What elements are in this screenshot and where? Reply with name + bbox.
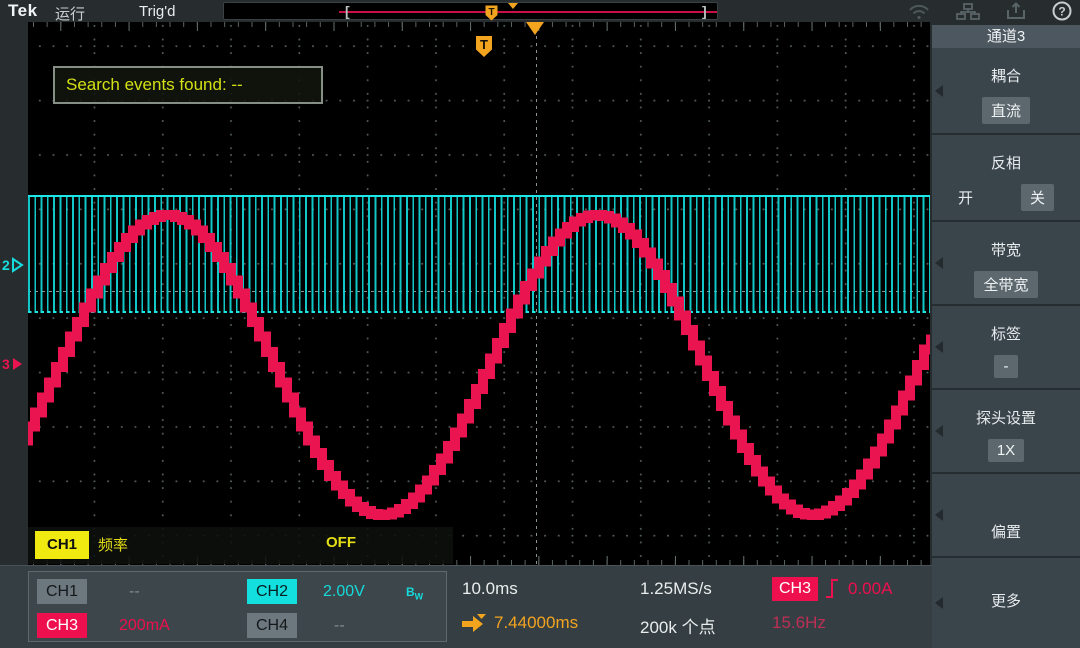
coupling-value-button[interactable]: 直流 <box>982 97 1030 124</box>
ch2-bandwidth-limit-indicator: BW <box>406 585 423 601</box>
top-bar-icons: ? <box>908 0 1072 22</box>
side-menu-channel3: 通道3 耦合 直流 反相 开 关 带宽 全带宽 标签 - 探头设置 1X <box>932 25 1080 648</box>
chevron-left-icon <box>935 341 943 353</box>
ch4-scale: -- <box>334 617 345 635</box>
ch3-marker-arrow-icon <box>11 356 24 372</box>
horizontal-position-arrow-icon <box>460 612 488 632</box>
chevron-left-icon <box>935 509 943 521</box>
help-icon[interactable]: ? <box>1052 1 1072 21</box>
horizontal-position-readout[interactable]: 7.44000ms <box>494 613 578 633</box>
ch2-marker-arrow-icon <box>11 257 24 273</box>
lan-icon[interactable] <box>956 3 980 20</box>
trigger-source-badge[interactable]: CH3 <box>772 577 818 601</box>
export-icon[interactable] <box>1006 2 1026 20</box>
invert-on-option[interactable]: 开 <box>958 187 973 208</box>
waveform-display[interactable]: T Search events found: -- CH1 频率 OFF <box>28 22 930 565</box>
ch1-badge[interactable]: CH1 <box>37 579 87 604</box>
channel-readout-panel: CH1 -- CH2 2.00V BW CH3 200mA CH4 -- <box>28 571 447 642</box>
timebase-readout[interactable]: 10.0ms <box>462 579 518 599</box>
status-bar: CH1 -- CH2 2.00V BW CH3 200mA CH4 -- 10.… <box>0 565 932 648</box>
rising-edge-slope-icon <box>824 575 842 601</box>
chevron-left-icon <box>935 257 943 269</box>
menu-item-offset[interactable]: 偏置 <box>932 474 1080 558</box>
svg-text:T: T <box>488 7 494 18</box>
ch1-scale: -- <box>129 583 140 601</box>
chevron-left-icon <box>935 597 943 609</box>
measurement-source-badge[interactable]: CH1 <box>35 531 89 559</box>
trigger-frequency-readout: 15.6Hz <box>772 613 826 633</box>
chevron-left-icon <box>935 425 943 437</box>
trigger-level-readout[interactable]: 0.00A <box>848 579 892 599</box>
expansion-point-icon <box>508 3 518 9</box>
bandwidth-value-button[interactable]: 全带宽 <box>974 271 1037 298</box>
record-length-readout: 200k 个点 <box>640 613 716 638</box>
menu-item-bandwidth[interactable]: 带宽 全带宽 <box>932 222 1080 306</box>
ch2-badge[interactable]: CH2 <box>247 579 297 604</box>
ch4-badge[interactable]: CH4 <box>247 613 297 638</box>
horizontal-position-indicator[interactable]: [ ] T <box>223 2 718 20</box>
trigger-position-flag-icon[interactable]: T <box>485 5 498 21</box>
sample-rate-readout: 1.25MS/s <box>640 579 712 599</box>
ch3-scale: 200mA <box>119 617 170 635</box>
menu-item-more[interactable]: 更多 <box>932 558 1080 648</box>
menu-item-probe-setup[interactable]: 探头设置 1X <box>932 390 1080 474</box>
trigger-position-marker-icon[interactable] <box>526 22 544 35</box>
menu-item-label[interactable]: 标签 - <box>932 306 1080 390</box>
trigger-status: Trig'd <box>139 3 175 20</box>
record-view-line <box>339 11 717 13</box>
ch3-badge[interactable]: CH3 <box>37 613 87 638</box>
ch3-reference-marker[interactable]: 3 <box>2 356 24 372</box>
svg-text:T: T <box>480 37 488 52</box>
label-value-button[interactable]: - <box>994 355 1018 378</box>
measurement-type-label: 频率 <box>98 534 128 555</box>
ch2-scale: 2.00V <box>323 583 365 601</box>
chevron-left-icon <box>935 85 943 97</box>
menu-item-coupling[interactable]: 耦合 直流 <box>932 48 1080 135</box>
trigger-level-flag-icon[interactable]: T <box>475 35 493 58</box>
probe-value-button[interactable]: 1X <box>988 439 1024 462</box>
record-view-bracket-right: ] <box>702 3 707 20</box>
ch2-reference-marker[interactable]: 2 <box>2 257 24 273</box>
invert-off-option[interactable]: 关 <box>1021 184 1054 211</box>
left-channel-strip: 2 3 <box>0 22 28 565</box>
tek-logo: Tek <box>8 1 38 21</box>
wifi-icon[interactable] <box>908 3 930 20</box>
top-bar: Tek 运行 Trig'd [ ] T <box>0 0 1080 22</box>
svg-text:?: ? <box>1058 5 1065 19</box>
side-menu-title: 通道3 <box>932 25 1080 48</box>
record-view-bracket-left: [ <box>345 3 350 20</box>
search-events-banner: Search events found: -- <box>53 66 323 104</box>
measurement-bar[interactable]: CH1 频率 OFF <box>28 527 453 564</box>
acquisition-status: 运行 <box>55 3 85 24</box>
measurement-value: OFF <box>326 534 356 551</box>
oscilloscope-screen: Tek 运行 Trig'd [ ] T <box>0 0 1080 648</box>
menu-item-invert[interactable]: 反相 开 关 <box>932 135 1080 222</box>
